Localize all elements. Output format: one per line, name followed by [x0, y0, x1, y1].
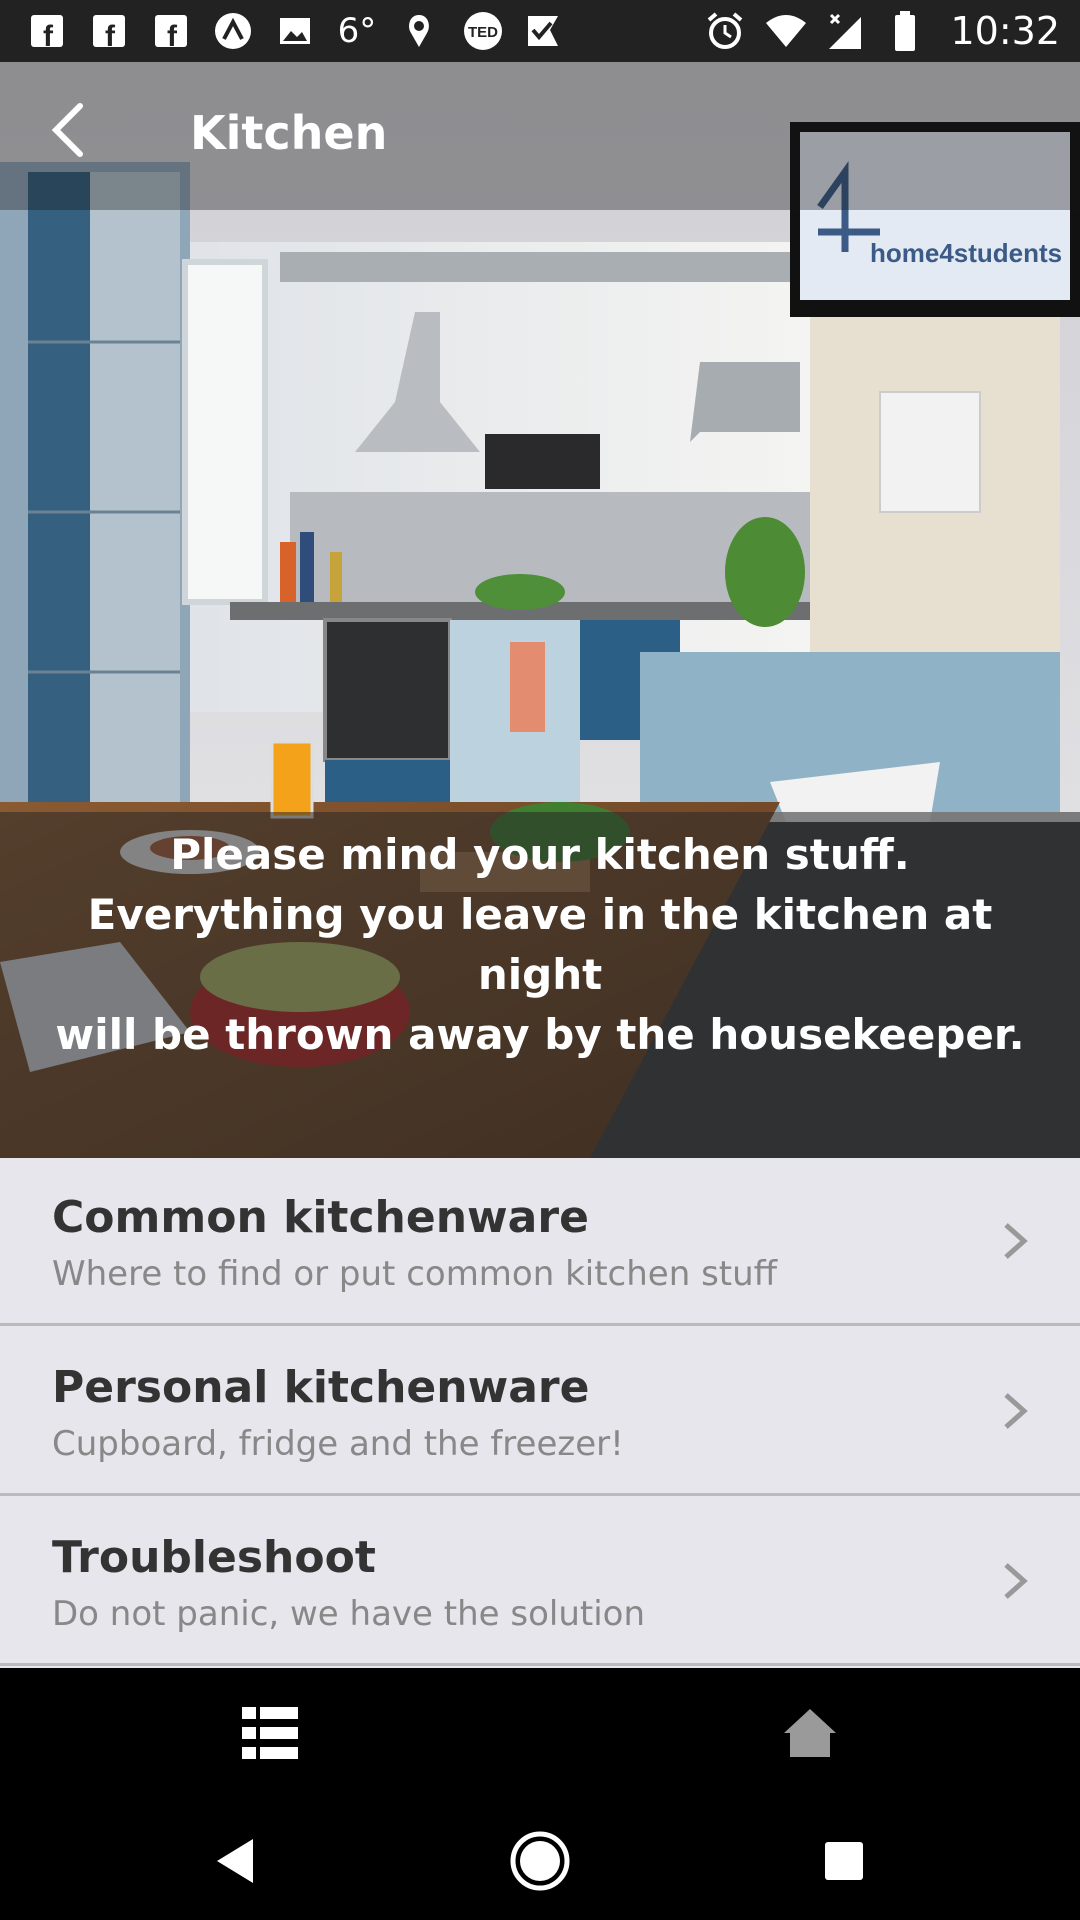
chevron-right-icon [990, 1386, 1040, 1436]
back-button[interactable] [38, 100, 98, 160]
svg-text:TED: TED [468, 24, 498, 41]
home-circle-icon [510, 1831, 570, 1891]
list-item-subtitle: Cupboard, fridge and the freezer! [52, 1424, 624, 1464]
facebook-icon: f [26, 10, 68, 52]
svg-text:f: f [105, 20, 116, 49]
location-leaf-icon [398, 10, 440, 52]
notice-text: Please mind your kitchen stuff. Everythi… [55, 830, 1025, 1059]
chevron-right-icon [990, 1556, 1040, 1606]
system-status-icons: 10:32 [704, 0, 1060, 62]
back-triangle-icon [217, 1839, 253, 1883]
system-navigation-bar [0, 1796, 1080, 1920]
wifi-icon [764, 10, 807, 52]
facebook-icon: f [88, 10, 130, 52]
notice-banner: Please mind your kitchen stuff. Everythi… [0, 812, 1080, 1158]
ted-icon: TED [460, 10, 502, 52]
svg-text:f: f [167, 20, 178, 49]
list-item-personal-kitchenware[interactable]: Personal kitchenware Cupboard, fridge an… [0, 1328, 1080, 1496]
svg-text:f: f [43, 20, 54, 49]
home-nav-button[interactable] [775, 1698, 845, 1768]
list-item-subtitle: Do not panic, we have the solution [52, 1594, 646, 1634]
page-title: Kitchen [190, 106, 388, 160]
status-bar: f f f 6° TED 10:32 [0, 0, 1080, 62]
list-item-title: Common kitchenware [52, 1192, 589, 1243]
clock-label: 10:32 [950, 9, 1060, 53]
app-bar: Kitchen [0, 62, 1080, 210]
signal-icon [824, 10, 866, 52]
notification-icons: f f f 6° TED [26, 0, 564, 62]
list-icon [242, 1707, 298, 1759]
system-home-button[interactable] [505, 1826, 575, 1896]
system-recents-button[interactable] [809, 1826, 879, 1896]
checkmark-flag-icon [522, 10, 564, 52]
battery-icon [884, 10, 926, 52]
recents-square-icon [825, 1842, 863, 1880]
back-arrow-icon [51, 103, 83, 157]
kitchen-hero-image: home4students Kitchen Please mind your k… [0, 62, 1080, 1158]
kitchen-menu-list: Common kitchenware Where to find or put … [0, 1158, 1080, 1668]
temperature-label: 6° [337, 11, 377, 51]
arrow-circle-icon [212, 10, 254, 52]
list-item-subtitle: Where to find or put common kitchen stuf… [52, 1254, 778, 1294]
system-back-button[interactable] [200, 1826, 270, 1896]
image-icon [274, 10, 316, 52]
tv-brand-text: home4students [870, 238, 1062, 268]
list-nav-button[interactable] [235, 1698, 305, 1768]
chevron-right-icon [990, 1216, 1040, 1266]
list-item-troubleshoot[interactable]: Troubleshoot Do not panic, we have the s… [0, 1498, 1080, 1666]
alarm-icon [704, 10, 746, 52]
bottom-navigation [0, 1668, 1080, 1796]
facebook-icon: f [150, 10, 192, 52]
home-icon [784, 1709, 836, 1757]
list-item-title: Troubleshoot [52, 1532, 376, 1583]
list-item-title: Personal kitchenware [52, 1362, 590, 1413]
list-item-common-kitchenware[interactable]: Common kitchenware Where to find or put … [0, 1158, 1080, 1326]
